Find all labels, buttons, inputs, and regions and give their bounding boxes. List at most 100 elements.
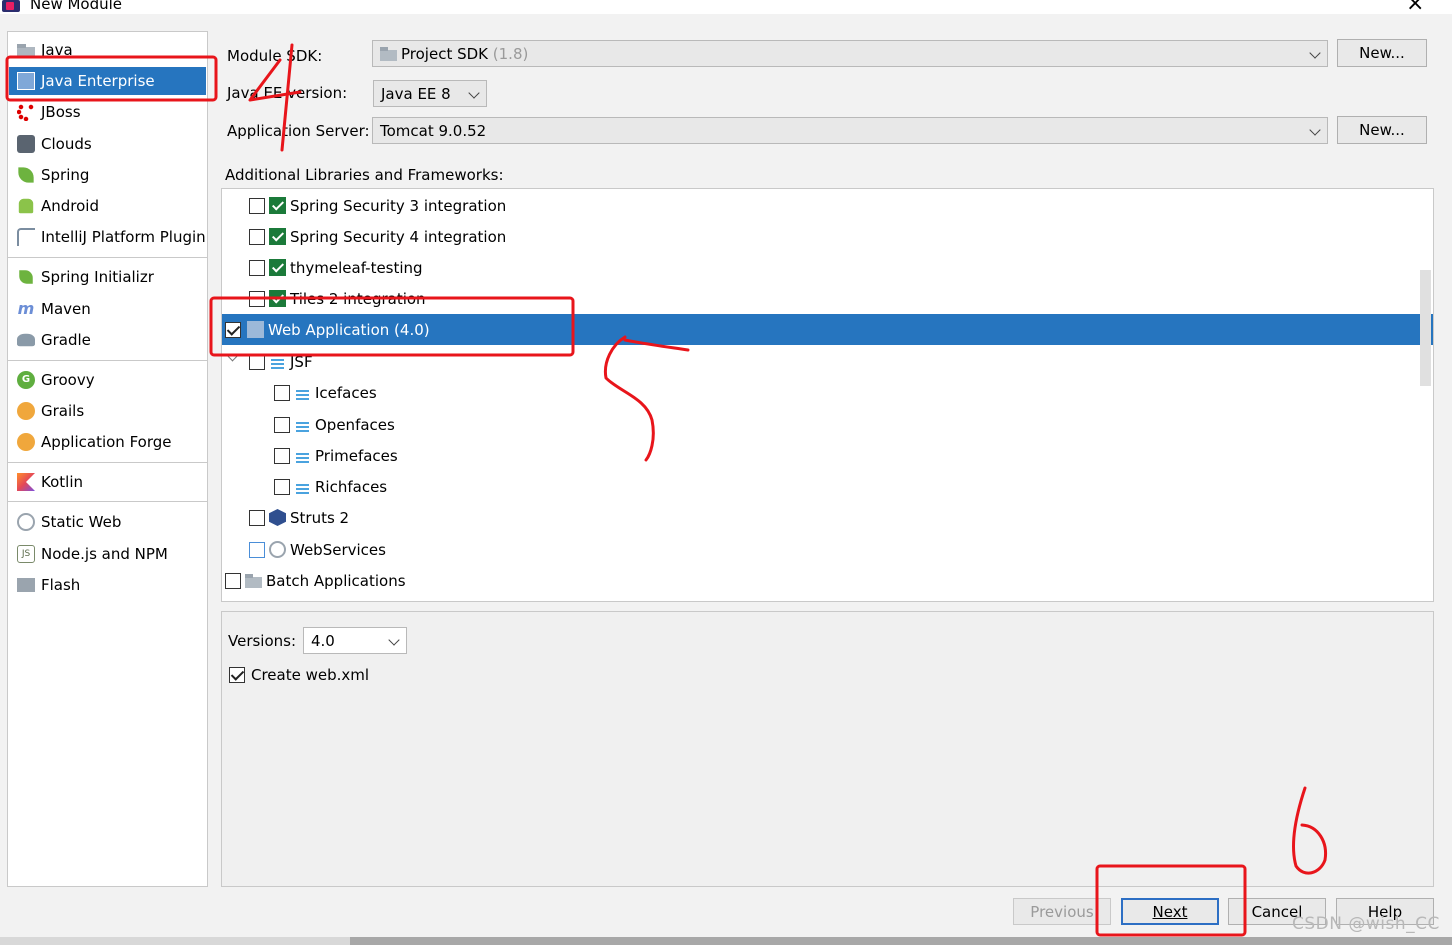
sidebar-item-kotlin[interactable]: Kotlin [9, 468, 206, 496]
versions-select[interactable]: 4.0 [303, 627, 407, 654]
tree-row-openfaces[interactable]: Openfaces [222, 409, 1433, 440]
new-sdk-button[interactable]: New... [1337, 39, 1427, 67]
jsf-icon [294, 478, 311, 495]
flash-icon [17, 576, 35, 594]
create-webxml-option[interactable]: Create web.xml [229, 666, 369, 684]
sidebar-item-label: Java [41, 41, 73, 59]
close-icon[interactable]: × [1406, 0, 1424, 15]
spring-leaf-icon [18, 167, 34, 183]
jsf-icon [294, 447, 311, 464]
bottom-edge [0, 937, 350, 945]
javaee-version-label: Java EE version: [227, 84, 348, 102]
tree-row-tiles-2[interactable]: Tiles 2 integration [222, 283, 1433, 314]
javaee-version-select[interactable]: Java EE 8 [373, 80, 487, 107]
sidebar-item-intellij-plugin[interactable]: IntelliJ Platform Plugin [9, 223, 206, 251]
module-sdk-value: Project SDK [401, 44, 488, 63]
chevron-down-icon [468, 87, 480, 99]
sidebar-item-nodejs[interactable]: JS Node.js and NPM [9, 540, 206, 568]
bottom-edge [350, 937, 1452, 945]
previous-button[interactable]: Previous [1013, 898, 1111, 925]
kotlin-icon [17, 473, 35, 491]
app-server-select[interactable]: Tomcat 9.0.52 [372, 117, 1328, 144]
module-sdk-label: Module SDK: [227, 47, 323, 65]
checkbox[interactable] [274, 478, 290, 495]
create-webxml-checkbox[interactable] [229, 667, 245, 683]
jboss-icon [17, 103, 35, 121]
jsf-icon [269, 353, 286, 370]
tree-row-web-application[interactable]: Web Application (4.0) [222, 314, 1433, 345]
spring-security-icon [269, 228, 286, 245]
sidebar-item-spring-initializr[interactable]: Spring Initializr [9, 263, 206, 291]
checkbox[interactable] [249, 197, 265, 214]
libraries-label: Additional Libraries and Frameworks: [225, 166, 504, 184]
sidebar-item-application-forge[interactable]: Application Forge [9, 428, 206, 456]
sidebar-item-label: Application Forge [41, 433, 172, 451]
tree-row-thymeleaf-testing[interactable]: thymeleaf-testing [222, 252, 1433, 283]
java-enterprise-icon [17, 72, 35, 90]
sidebar-item-label: IntelliJ Platform Plugin [41, 228, 206, 246]
checkbox[interactable] [249, 259, 265, 276]
sidebar-item-clouds[interactable]: Clouds [9, 130, 206, 158]
tiles-icon [269, 290, 286, 307]
sidebar-divider [8, 257, 207, 258]
groovy-icon: G [17, 371, 35, 389]
checkbox[interactable] [249, 290, 265, 307]
sidebar-item-grails[interactable]: Grails [9, 397, 206, 425]
tree-row-label: Spring Security 3 integration [290, 196, 507, 215]
intellij-plugin-icon [17, 228, 35, 246]
tree-row-label: thymeleaf-testing [290, 258, 423, 277]
sidebar-item-maven[interactable]: m Maven [9, 295, 206, 323]
tree-row-label: Struts 2 [290, 508, 350, 527]
checkbox[interactable] [274, 447, 290, 464]
versions-value: 4.0 [311, 631, 335, 650]
tree-row-icefaces[interactable]: Icefaces [222, 377, 1433, 408]
sidebar-item-jboss[interactable]: JBoss [9, 98, 206, 126]
sidebar-item-flash[interactable]: Flash [9, 571, 206, 599]
chevron-down-icon [1309, 47, 1321, 59]
checkbox[interactable] [249, 509, 265, 526]
sidebar-item-label: Groovy [41, 371, 95, 389]
next-button[interactable]: Next [1121, 898, 1219, 925]
maven-icon: m [17, 299, 35, 318]
clouds-icon [17, 135, 35, 153]
sidebar-item-label: JBoss [41, 103, 81, 121]
tree-row-label: Icefaces [315, 383, 377, 402]
tree-scrollbar[interactable] [1420, 270, 1431, 386]
new-server-button[interactable]: New... [1337, 116, 1427, 144]
tree-row-label: Openfaces [315, 415, 395, 434]
checkbox[interactable] [249, 353, 265, 370]
tree-row-jsf[interactable]: JSF [222, 346, 1433, 377]
sidebar-item-java-enterprise[interactable]: Java Enterprise [9, 67, 206, 95]
sidebar-item-static-web[interactable]: Static Web [9, 508, 206, 536]
checkbox[interactable] [249, 228, 265, 245]
module-sdk-select[interactable]: Project SDK (1.8) [372, 40, 1328, 67]
sidebar-item-spring[interactable]: Spring [9, 161, 206, 189]
tree-row-struts-2[interactable]: Struts 2 [222, 502, 1433, 533]
tree-row-label: Tiles 2 integration [290, 289, 426, 308]
tree-row-spring-security-4[interactable]: Spring Security 4 integration [222, 221, 1433, 252]
create-webxml-label: Create web.xml [251, 666, 370, 684]
sidebar-item-java[interactable]: Java [9, 36, 206, 64]
sidebar-item-android[interactable]: Android [9, 192, 206, 220]
tree-row-spring-security-3[interactable]: Spring Security 3 integration [222, 190, 1433, 221]
checkbox[interactable] [225, 572, 241, 589]
sidebar-item-groovy[interactable]: G Groovy [9, 366, 206, 394]
sidebar-item-gradle[interactable]: Gradle [9, 326, 206, 354]
sidebar-item-label: Spring [41, 166, 90, 184]
tree-row-richfaces[interactable]: Richfaces [222, 471, 1433, 502]
checkbox[interactable] [249, 541, 265, 558]
tree-row-batch-applications[interactable]: Batch Applications [222, 565, 1433, 596]
chevron-down-icon [1309, 124, 1321, 136]
checkbox-checked[interactable] [225, 321, 241, 338]
sidebar-item-label: Android [41, 197, 99, 215]
tree-row-label: WebServices [290, 540, 386, 559]
checkbox[interactable] [274, 384, 290, 401]
sidebar-item-label: Maven [41, 300, 91, 318]
sidebar-divider [8, 501, 207, 502]
checkbox[interactable] [274, 416, 290, 433]
spring-initializr-icon [19, 270, 33, 284]
tree-row-primefaces[interactable]: Primefaces [222, 440, 1433, 471]
web-application-icon [247, 321, 264, 338]
tree-row-webservices[interactable]: WebServices [222, 534, 1433, 565]
sidebar-item-label: Spring Initializr [41, 268, 154, 286]
